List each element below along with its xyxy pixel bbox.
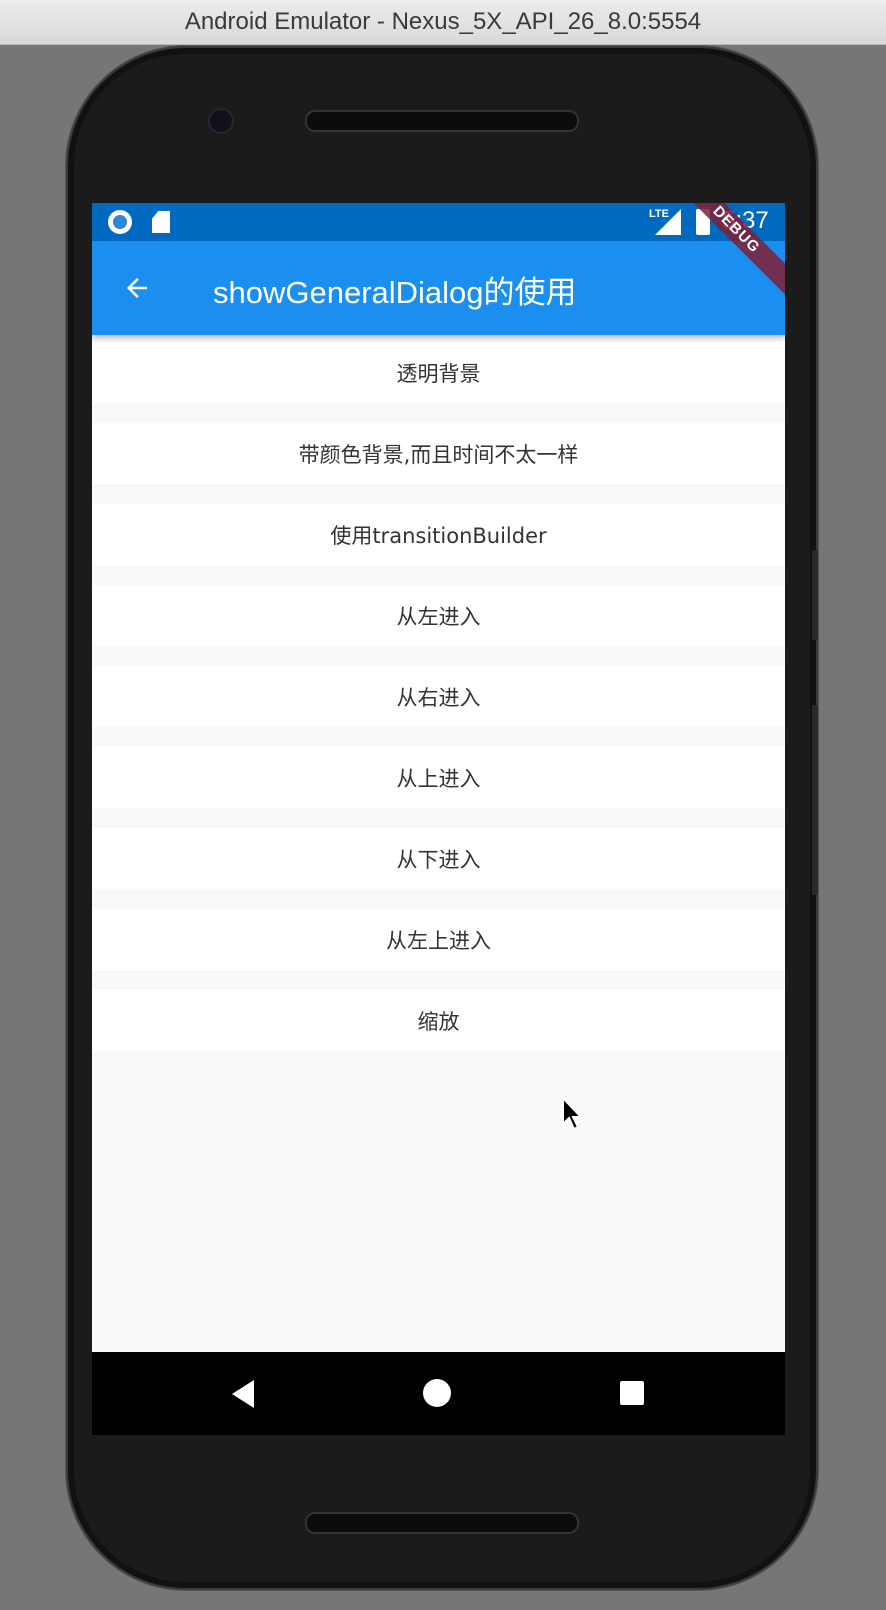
list-item-from-bottom[interactable]: 从下进入	[92, 828, 785, 889]
list-item-transition-builder[interactable]: 使用transitionBuilder	[92, 504, 785, 565]
navigation-bar	[92, 1352, 785, 1435]
nav-back-icon[interactable]	[232, 1380, 254, 1408]
back-arrow-icon	[127, 278, 147, 298]
page-title: showGeneralDialog的使用	[213, 275, 577, 310]
sd-card-icon	[152, 211, 170, 233]
top-speaker	[305, 110, 579, 132]
device-screen: LTE 5:37 showGeneralDialog的使用 DEBUG 透明背景…	[92, 203, 785, 1435]
status-bar: LTE 5:37	[92, 203, 785, 241]
back-button[interactable]	[112, 263, 162, 313]
nav-home-icon[interactable]	[423, 1379, 451, 1407]
window-title: Android Emulator - Nexus_5X_API_26_8.0:5…	[184, 8, 702, 35]
window-titlebar: Android Emulator - Nexus_5X_API_26_8.0:5…	[0, 0, 886, 45]
app-bar: showGeneralDialog的使用	[92, 241, 785, 335]
list-item-from-top[interactable]: 从上进入	[92, 747, 785, 808]
list-item-transparent-background[interactable]: 透明背景	[92, 342, 785, 403]
list-item-from-left[interactable]: 从左进入	[92, 585, 785, 646]
bottom-speaker	[305, 1512, 579, 1534]
dialog-option-list: 透明背景 带颜色背景,而且时间不太一样 使用transitionBuilder …	[92, 342, 785, 1071]
network-type-label: LTE	[649, 208, 669, 220]
front-camera	[208, 108, 234, 134]
list-item-from-right[interactable]: 从右进入	[92, 666, 785, 727]
mouse-cursor-icon	[562, 1096, 584, 1131]
volume-button[interactable]	[812, 705, 818, 895]
power-button[interactable]	[812, 550, 818, 640]
list-item-scale[interactable]: 缩放	[92, 990, 785, 1051]
record-icon	[108, 210, 132, 234]
nav-recents-icon[interactable]	[620, 1381, 644, 1405]
list-item-from-top-left[interactable]: 从左上进入	[92, 909, 785, 970]
list-item-colored-background[interactable]: 带颜色背景,而且时间不太一样	[92, 423, 785, 484]
